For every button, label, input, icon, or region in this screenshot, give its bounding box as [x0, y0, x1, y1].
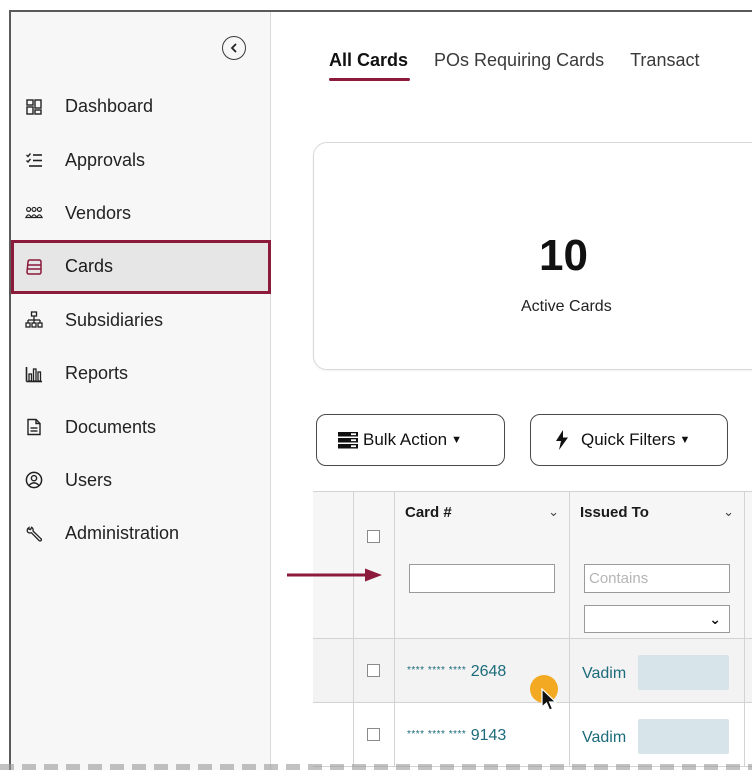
issued-to-filter-select[interactable]: ⌄: [584, 605, 730, 633]
people-icon: [25, 204, 43, 222]
table-header-row: Card # ⌄ Issued To ⌄ ⌄: [313, 492, 752, 639]
card-mask: **** **** ****: [407, 729, 467, 740]
sidebar-item-label: Approvals: [65, 149, 146, 170]
quick-filters-label: Quick Filters: [581, 430, 676, 449]
select-all-checkbox[interactable]: [367, 530, 380, 543]
header-spacer: [313, 492, 354, 639]
grid-icon: [25, 98, 43, 116]
bulk-action-button[interactable]: Bulk Action ▼: [316, 414, 505, 466]
server-stack-icon: [338, 432, 358, 449]
card-mask: **** **** ****: [407, 665, 467, 676]
row-checkbox[interactable]: [367, 728, 380, 741]
issued-to-link[interactable]: Vadim: [582, 665, 626, 683]
cards-table: Card # ⌄ Issued To ⌄ ⌄ ***: [313, 491, 752, 767]
row-overflow: [745, 703, 752, 767]
row-spacer: [313, 639, 354, 703]
issued-to-link[interactable]: Vadim: [582, 729, 626, 747]
chevron-down-icon[interactable]: ⌄: [548, 504, 559, 520]
sidebar-item-label: Cards: [65, 256, 114, 277]
sidebar-item-vendors[interactable]: Vendors: [11, 187, 271, 240]
redacted-name: [638, 655, 729, 690]
active-cards-stat-card: 10 Active Cards: [313, 142, 752, 370]
tab-pos-requiring-cards[interactable]: POs Requiring Cards: [434, 50, 604, 81]
sidebar: Dashboard Approvals Vendors Cards Subsid…: [11, 12, 271, 770]
collapse-sidebar-button[interactable]: [222, 36, 246, 60]
sidebar-item-label: Administration: [65, 523, 180, 544]
header-overflow: [745, 492, 752, 639]
sidebar-nav: Dashboard Approvals Vendors Cards Subsid…: [11, 80, 271, 561]
sidebar-item-label: Documents: [65, 416, 157, 437]
caret-down-icon: ▼: [451, 434, 462, 446]
row-select-cell: [354, 639, 395, 703]
card-icon: [25, 258, 43, 276]
issued-to-cell: Vadim: [570, 639, 745, 703]
card-number-link[interactable]: **** **** **** 2648: [407, 663, 506, 681]
document-icon: [25, 418, 43, 436]
card-number-filter-input[interactable]: [409, 564, 555, 593]
chevron-down-icon: ⌄: [709, 611, 721, 627]
sidebar-item-label: Vendors: [65, 202, 132, 223]
sidebar-item-label: Reports: [65, 363, 129, 384]
user-icon: [25, 471, 43, 489]
bar-chart-icon: [25, 365, 43, 383]
sidebar-item-cards[interactable]: Cards: [11, 240, 271, 294]
column-header-label[interactable]: Issued To: [580, 504, 649, 521]
cropped-content-edge: [0, 764, 752, 770]
tab-all-cards[interactable]: All Cards: [329, 50, 411, 81]
header-select-cell: [354, 492, 395, 639]
issued-to-cell: Vadim: [570, 703, 745, 767]
card-last4: 9143: [470, 727, 507, 744]
mouse-pointer-icon: [541, 688, 557, 711]
tab-bar: All Cards POs Requiring Cards Transact: [329, 50, 725, 81]
row-spacer: [313, 703, 354, 767]
column-card-number: Card # ⌄: [395, 492, 570, 639]
sidebar-item-dashboard[interactable]: Dashboard: [11, 80, 271, 133]
sidebar-item-label: Users: [65, 469, 113, 490]
sidebar-item-reports[interactable]: Reports: [11, 347, 271, 400]
issued-to-filter-input[interactable]: [584, 564, 730, 593]
active-cards-label: Active Cards: [521, 298, 612, 315]
chevron-down-icon[interactable]: ⌄: [723, 504, 734, 520]
chevron-left-icon: [230, 43, 237, 53]
table-row[interactable]: **** **** **** 9143 Vadim: [313, 703, 752, 767]
row-checkbox[interactable]: [367, 664, 380, 677]
sidebar-item-administration[interactable]: Administration: [11, 507, 271, 560]
quick-filters-button[interactable]: Quick Filters ▼: [530, 414, 728, 466]
app-window: Dashboard Approvals Vendors Cards Subsid…: [9, 10, 752, 770]
card-number-link[interactable]: **** **** **** 9143: [407, 727, 506, 745]
main-content: All Cards POs Requiring Cards Transact 1…: [272, 12, 752, 770]
card-last4: 2648: [470, 663, 507, 680]
annotation-arrow-icon: [287, 568, 382, 582]
wrench-icon: [25, 525, 43, 543]
column-header-label[interactable]: Card #: [405, 504, 452, 521]
checklist-icon: [25, 151, 43, 169]
sidebar-item-label: Subsidiaries: [65, 309, 164, 330]
row-select-cell: [354, 703, 395, 767]
sidebar-item-documents[interactable]: Documents: [11, 400, 271, 453]
sidebar-item-label: Dashboard: [65, 96, 154, 117]
caret-down-icon: ▼: [679, 434, 691, 446]
sidebar-item-subsidiaries[interactable]: Subsidiaries: [11, 294, 271, 347]
redacted-name: [638, 719, 729, 754]
bulk-action-label: Bulk Action: [363, 430, 448, 449]
sidebar-item-users[interactable]: Users: [11, 454, 271, 507]
column-issued-to: Issued To ⌄ ⌄: [570, 492, 745, 639]
row-overflow: [745, 639, 752, 703]
lightning-icon: [556, 430, 568, 450]
tab-transactions[interactable]: Transact: [630, 50, 699, 81]
sidebar-item-approvals[interactable]: Approvals: [11, 133, 271, 186]
org-chart-icon: [25, 311, 43, 329]
active-cards-count: 10: [539, 231, 588, 280]
